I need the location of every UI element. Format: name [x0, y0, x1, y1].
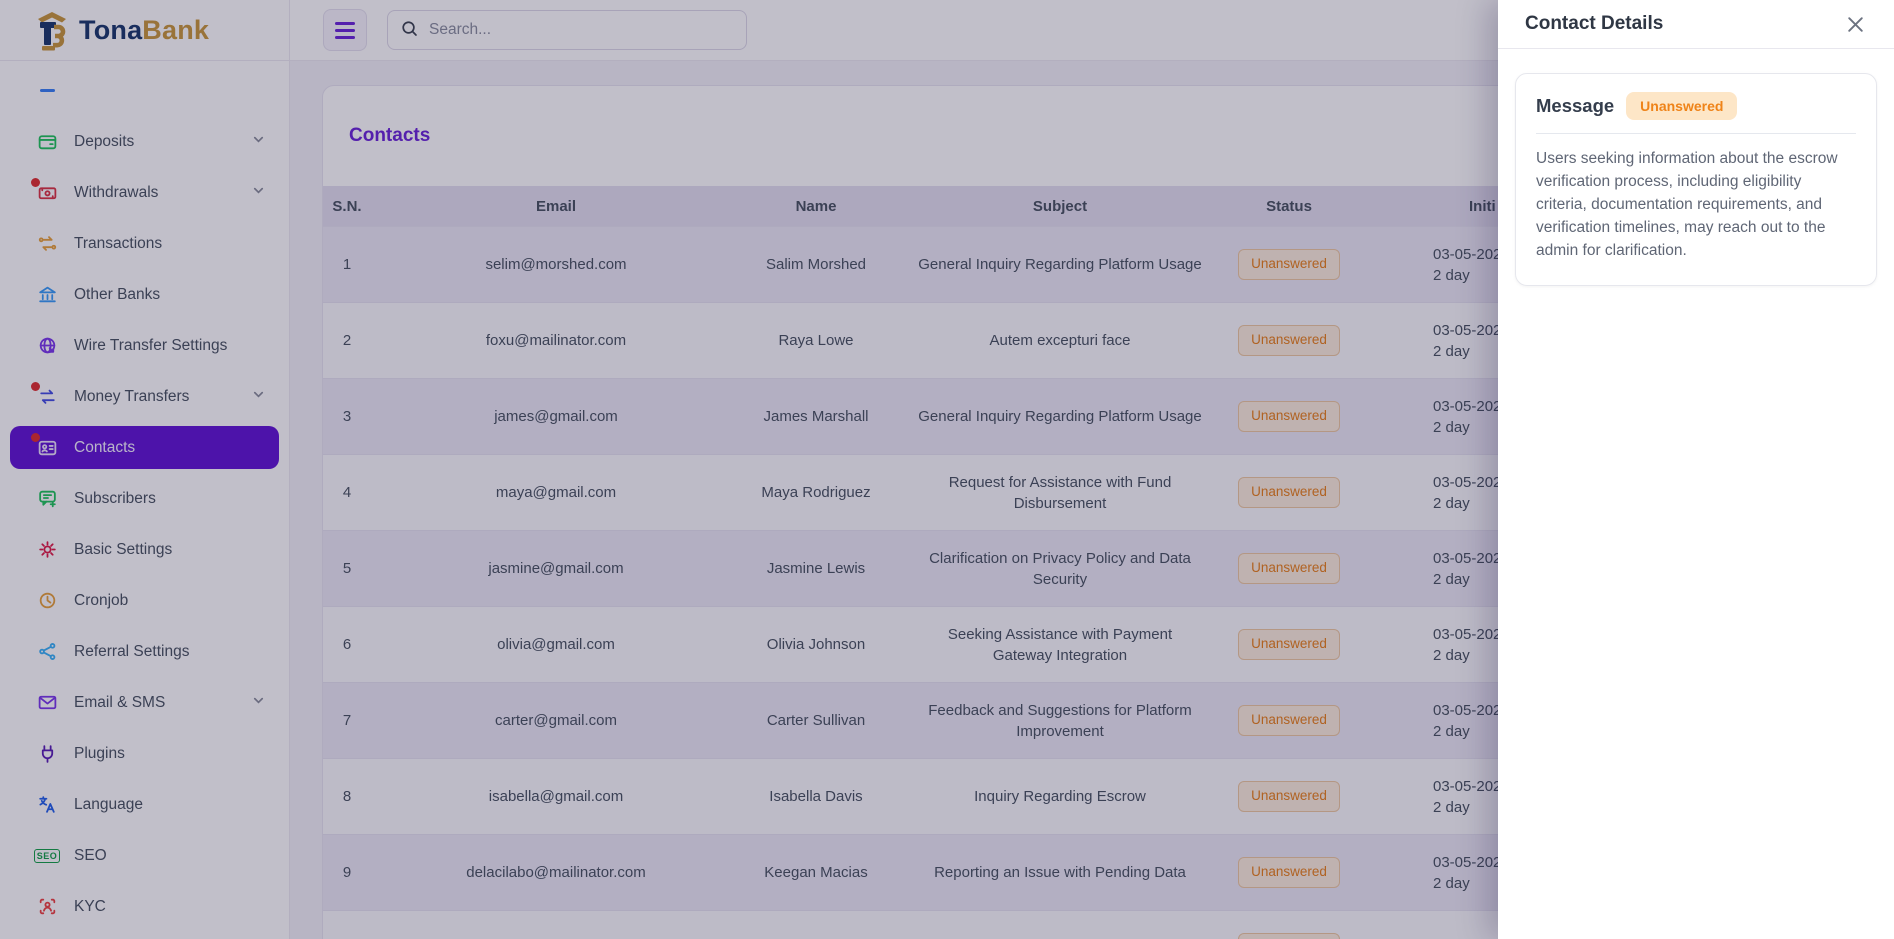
- message-body: Users seeking information about the escr…: [1536, 148, 1856, 263]
- app-root: TonaBank Deposits Withdrawals: [0, 0, 1894, 939]
- close-icon[interactable]: [1842, 11, 1868, 37]
- drawer-title: Contact Details: [1525, 13, 1663, 35]
- message-card: Message Unanswered Users seeking informa…: [1515, 73, 1877, 286]
- message-label: Message: [1536, 95, 1614, 117]
- backdrop-overlay[interactable]: [0, 0, 1498, 939]
- message-heading-row: Message Unanswered: [1536, 92, 1856, 120]
- contact-details-drawer: Contact Details Message Unanswered Users…: [1498, 0, 1894, 939]
- divider: [1536, 133, 1856, 134]
- drawer-header: Contact Details: [1498, 0, 1894, 49]
- status-badge: Unanswered: [1626, 92, 1737, 120]
